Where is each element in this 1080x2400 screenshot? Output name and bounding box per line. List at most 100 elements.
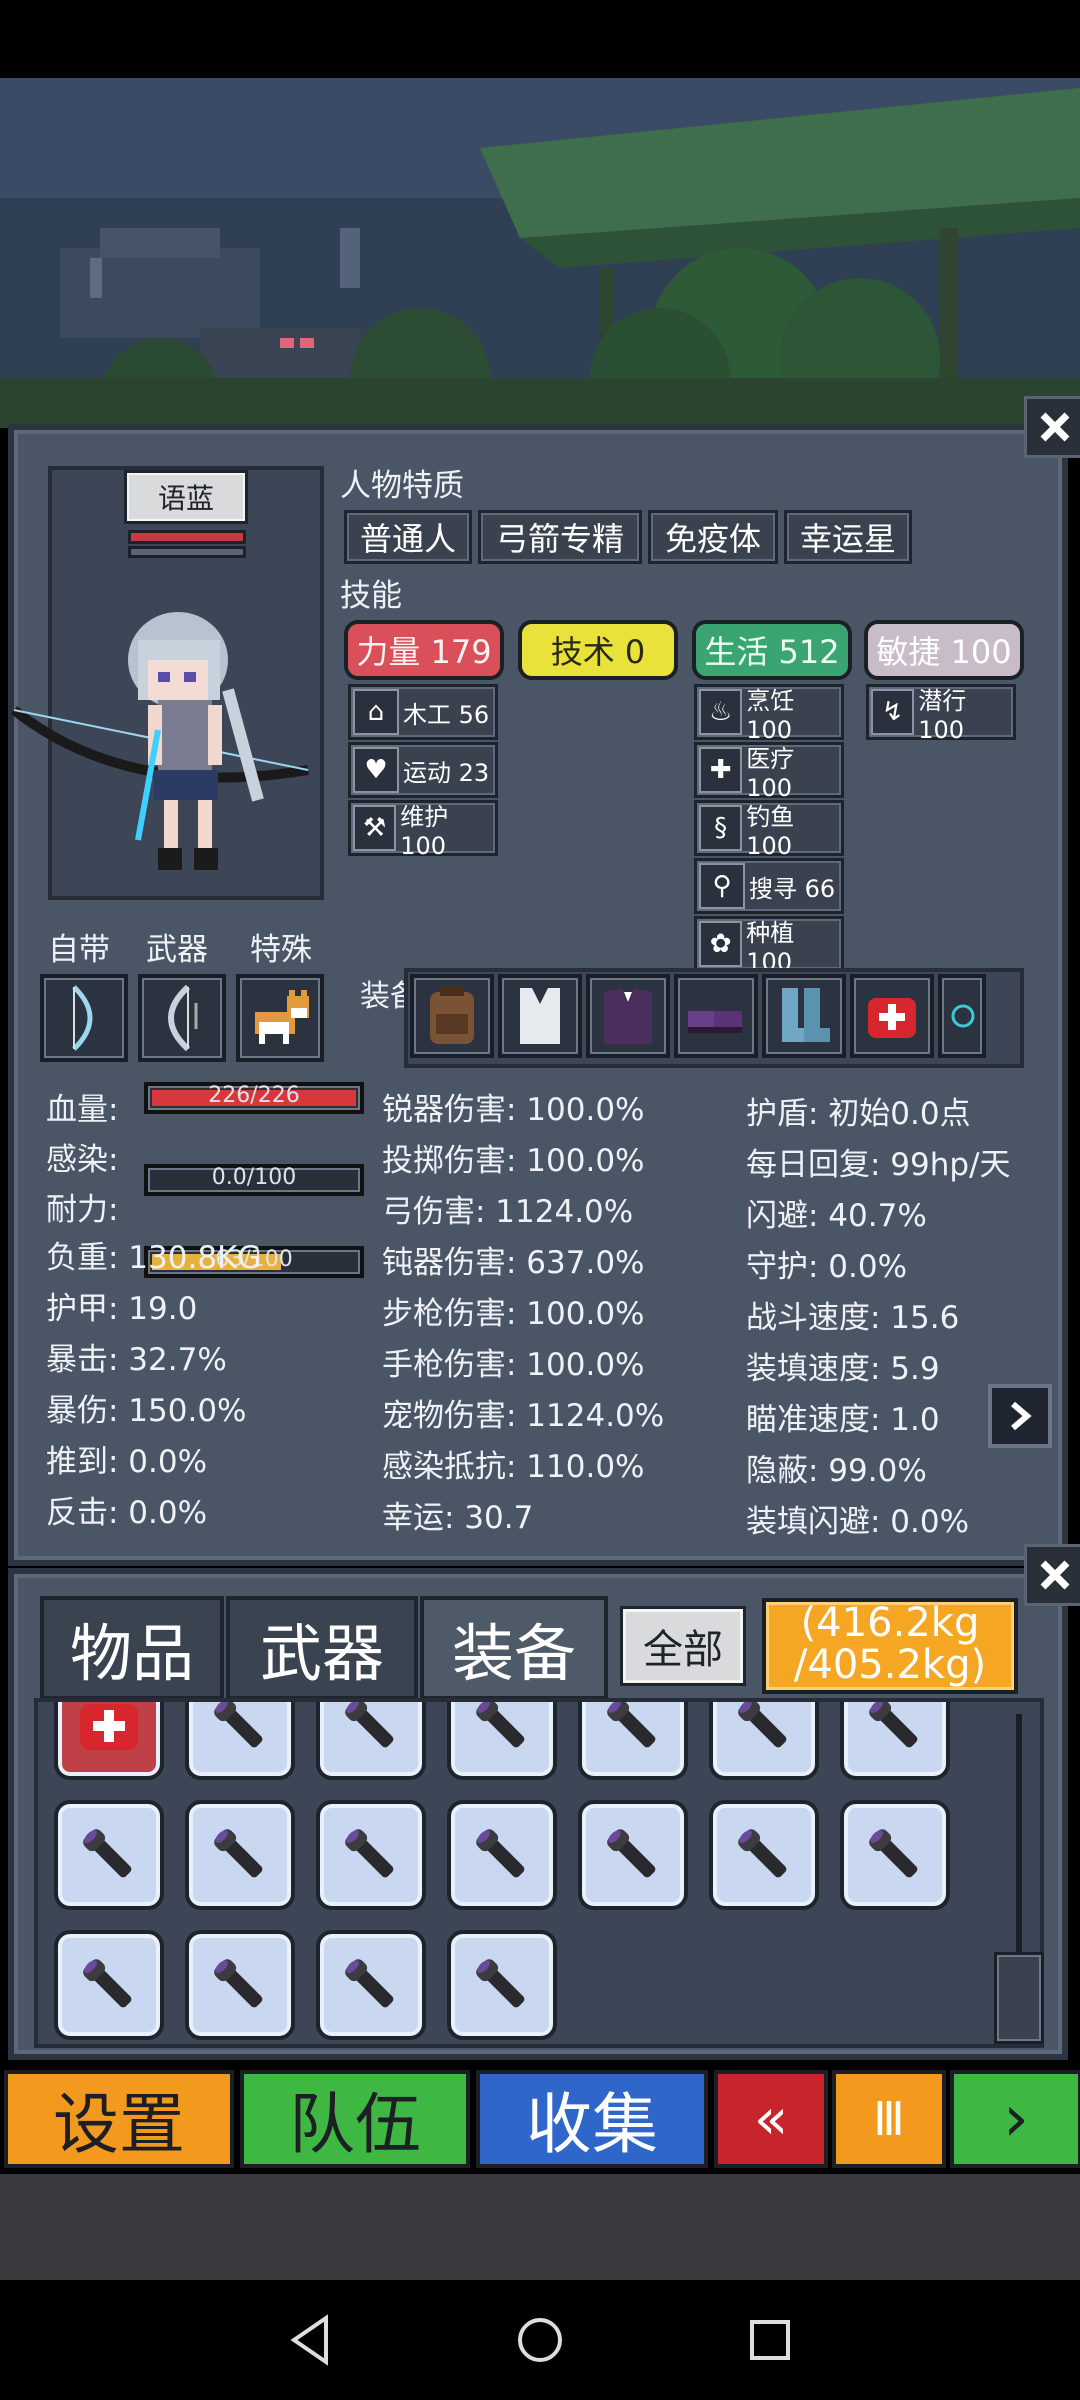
skill-agility[interactable]: 敏捷 100 xyxy=(864,620,1024,680)
skill-life[interactable]: 生活 512 xyxy=(692,620,852,680)
subskill-carpentry[interactable]: ⌂ 木工 56 xyxy=(348,684,498,740)
heart-icon: ♥ xyxy=(353,747,399,793)
inventory-item[interactable] xyxy=(185,1930,295,2040)
skill-strength[interactable]: 力量 179 xyxy=(344,620,504,680)
inventory-item[interactable] xyxy=(447,1702,557,1780)
inventory-item[interactable] xyxy=(447,1930,557,2040)
trait-chip[interactable]: 普通人 xyxy=(344,510,472,564)
game-bottom-strip xyxy=(0,2174,1080,2280)
subskill-label: 运动 23 xyxy=(403,758,490,787)
stat-throw-damage: 投掷伤害: 100.0% xyxy=(382,1143,645,1179)
skill-technique[interactable]: 技术 0 xyxy=(518,620,678,680)
chevron-right-icon xyxy=(1011,1401,1032,1431)
equip-slot-backpack[interactable] xyxy=(410,974,494,1058)
pause-button[interactable]: Ⅲ xyxy=(832,2070,946,2168)
skill-technique-label: 技术 0 xyxy=(550,633,646,671)
equip-slot-shoes[interactable] xyxy=(674,974,758,1058)
inventory-item[interactable] xyxy=(840,1800,950,1910)
inventory-item[interactable] xyxy=(709,1702,819,1780)
innate-slot[interactable] xyxy=(40,974,128,1062)
hp-bar-value: 226/226 xyxy=(208,1083,300,1108)
inventory-close-button[interactable] xyxy=(1024,1544,1080,1606)
inventory-item[interactable] xyxy=(840,1702,950,1780)
scrollbar-track xyxy=(1016,1714,1022,1954)
bow-weapon-icon xyxy=(168,984,198,1052)
inventory-item[interactable] xyxy=(316,1702,426,1780)
infection-bar: 0.0/100 xyxy=(144,1164,364,1196)
inventory-item[interactable] xyxy=(54,1702,164,1780)
subskill-sneak[interactable]: ↯ 潜行 100 xyxy=(866,684,1016,744)
cooking-pot-icon: ♨ xyxy=(699,689,743,735)
inventory-item[interactable] xyxy=(316,1800,426,1910)
equip-slot-extra[interactable] xyxy=(938,974,986,1058)
nav-home-button[interactable] xyxy=(510,2310,570,2370)
stat-crit: 暴击: 32.7% xyxy=(46,1342,227,1378)
play-button[interactable]: › xyxy=(950,2070,1080,2168)
weight-line-current: (416.2kg xyxy=(800,1600,980,1646)
inventory-item[interactable] xyxy=(447,1800,557,1910)
flashlight-icon xyxy=(345,1702,394,1748)
subskill-sport[interactable]: ♥ 运动 23 xyxy=(348,742,498,798)
inventory-item[interactable] xyxy=(185,1800,295,1910)
flashlight-icon xyxy=(869,1702,918,1748)
subskill-planting[interactable]: ✿ 种植 100 xyxy=(694,916,844,976)
stat-reload-dodge: 装填闪避: 0.0% xyxy=(746,1504,970,1540)
subskill-fishing[interactable]: § 钓鱼 100 xyxy=(694,800,844,860)
settings-button[interactable]: 设置 xyxy=(4,2070,234,2168)
special-slot[interactable] xyxy=(236,974,324,1062)
trait-chip[interactable]: 免疫体 xyxy=(648,510,778,564)
nav-recents-button[interactable] xyxy=(740,2310,800,2370)
inventory-item[interactable] xyxy=(185,1702,295,1780)
inventory-item[interactable] xyxy=(54,1800,164,1910)
subskill-cooking[interactable]: ♨ 烹饪 100 xyxy=(694,684,844,744)
inventory-item[interactable] xyxy=(578,1702,688,1780)
equip-slot-suit[interactable] xyxy=(586,974,670,1058)
flashlight-icon xyxy=(607,1829,656,1878)
subskill-medical[interactable]: ✚ 医疗 100 xyxy=(694,742,844,802)
trait-chip[interactable]: 弓箭专精 xyxy=(478,510,642,564)
character-sprite xyxy=(10,612,309,870)
collect-button[interactable]: 收集 xyxy=(476,2070,708,2168)
subskill-maintenance[interactable]: ⚒ 维护 100 xyxy=(348,800,498,860)
tab-equipment[interactable]: 装备 xyxy=(420,1596,608,1700)
scrollbar-thumb[interactable] xyxy=(994,1952,1044,2044)
next-page-button[interactable] xyxy=(988,1384,1052,1448)
inventory-item[interactable] xyxy=(54,1930,164,2040)
rewind-button[interactable]: « xyxy=(714,2070,828,2168)
nav-back-button[interactable] xyxy=(280,2310,340,2370)
tab-weapons[interactable]: 武器 xyxy=(226,1596,418,1700)
flashlight-icon xyxy=(476,1829,525,1878)
team-button[interactable]: 队伍 xyxy=(240,2070,470,2168)
equip-slot-boots[interactable] xyxy=(762,974,846,1058)
subskill-label: 潜行 100 xyxy=(918,686,967,744)
stat-guard: 守护: 0.0% xyxy=(746,1249,908,1285)
close-button[interactable] xyxy=(1024,396,1080,458)
equip-slot-medkit[interactable] xyxy=(850,974,934,1058)
inventory-item[interactable] xyxy=(578,1800,688,1910)
flashlight-icon xyxy=(869,1829,918,1878)
filter-all-button[interactable]: 全部 xyxy=(620,1606,746,1686)
tab-items[interactable]: 物品 xyxy=(40,1596,224,1700)
stat-reload-speed: 装填速度: 5.9 xyxy=(746,1351,940,1387)
sneak-icon: ↯ xyxy=(871,689,915,735)
skills-title: 技能 xyxy=(340,578,402,614)
name-health-strip xyxy=(128,530,246,544)
recents-square-icon xyxy=(750,2320,790,2360)
trait-chip[interactable]: 幸运星 xyxy=(784,510,912,564)
stat-stamina-label: 耐力: xyxy=(46,1192,119,1228)
stat-infection-label: 感染: xyxy=(46,1142,119,1178)
subskill-search[interactable]: ⚲ 搜寻 66 xyxy=(694,858,844,914)
character-name: 语蓝 xyxy=(124,470,248,524)
skill-agility-label: 敏捷 100 xyxy=(876,633,1012,671)
medkit-icon: ✚ xyxy=(699,747,743,793)
inventory-item[interactable] xyxy=(316,1930,426,2040)
stat-luck: 幸运: 30.7 xyxy=(382,1500,534,1536)
flashlight-icon xyxy=(476,1702,525,1748)
inventory-item[interactable] xyxy=(709,1800,819,1910)
stat-knockback: 推到: 0.0% xyxy=(46,1444,208,1480)
pause-icon: Ⅲ xyxy=(873,2092,905,2146)
inventory-grid xyxy=(34,1698,1044,2048)
subskill-label: 维护 100 xyxy=(400,802,449,860)
equip-slot-vest[interactable] xyxy=(498,974,582,1058)
weapon-slot[interactable] xyxy=(138,974,226,1062)
